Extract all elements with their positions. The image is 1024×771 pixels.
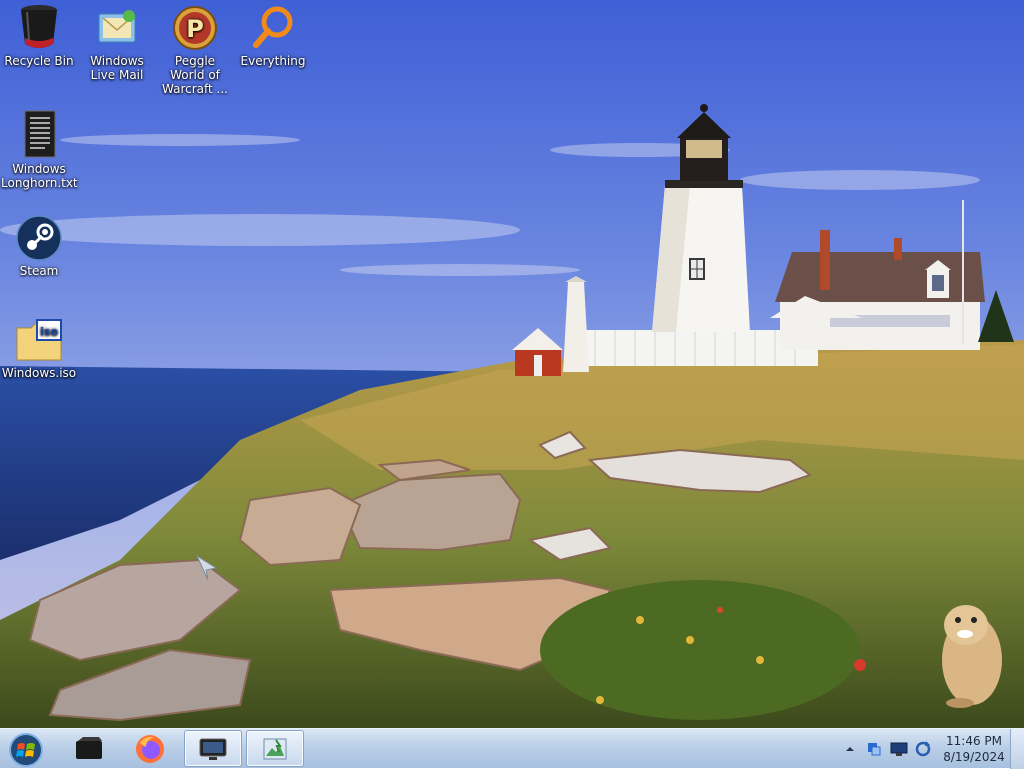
taskbar-app-image-viewer[interactable]: [246, 730, 304, 767]
desktop-icon-label: Peggle World of Warcraft ...: [162, 54, 228, 96]
desktop-icon-windows-iso[interactable]: iso Windows.iso: [0, 318, 78, 380]
image-viewer-icon: [263, 738, 287, 759]
desktop-icon-label: Windows.iso: [1, 366, 77, 380]
desktop-icon-label: Steam: [19, 264, 59, 278]
svg-text:P: P: [186, 15, 204, 43]
taskbar-app-monitor[interactable]: [184, 730, 242, 767]
search-magnifier-icon: [253, 6, 293, 48]
start-orb-icon: [9, 733, 43, 767]
recycle-bin-icon: [21, 5, 57, 48]
clock-time: 11:46 PM: [946, 734, 1002, 748]
desktop-icon-peggle[interactable]: P Peggle World of Warcraft ...: [156, 4, 234, 96]
tray-network-icon[interactable]: [866, 741, 882, 757]
iso-badge-text: iso: [40, 325, 58, 338]
desktop-icon-recycle-bin[interactable]: Recycle Bin: [0, 4, 78, 68]
monitor-app-icon: [199, 738, 227, 760]
media-center-icon: [76, 736, 102, 759]
clock-date: 8/19/2024: [943, 750, 1005, 764]
show-desktop-button[interactable]: [1010, 729, 1024, 769]
start-button[interactable]: [7, 732, 45, 768]
peggle-icon: P: [173, 6, 217, 50]
iso-file-icon: iso: [16, 319, 62, 361]
taskbar-pinned-firefox[interactable]: [121, 730, 179, 767]
mail-icon: [98, 10, 136, 43]
steam-icon: [16, 215, 62, 261]
desktop-icon-label: Everything: [240, 54, 306, 68]
desktop-icon-everything[interactable]: Everything: [234, 4, 312, 68]
tray-display-icon[interactable]: [890, 741, 908, 757]
tray-sync-icon[interactable]: [914, 740, 932, 758]
wallpaper-image: [0, 0, 1024, 728]
desktop-icon-steam[interactable]: Steam: [0, 214, 78, 278]
desktop-icon-label: Windows Live Mail: [90, 54, 144, 82]
desktop-icon-windows-longhorn-txt[interactable]: Windows Longhorn.txt: [0, 108, 78, 190]
firefox-icon: [136, 734, 164, 763]
desktop-icon-windows-live-mail[interactable]: Windows Live Mail: [78, 4, 156, 82]
desktop-icon-label: Windows Longhorn.txt: [1, 162, 78, 190]
text-file-icon: [24, 110, 56, 158]
taskbar-pinned-media-center[interactable]: [60, 730, 118, 767]
desktop-icon-label: Recycle Bin: [4, 54, 74, 68]
show-hidden-icons-chevron-icon[interactable]: [845, 744, 855, 754]
taskbar: 11:46 PM 8/19/2024: [0, 728, 1024, 769]
desktop[interactable]: Recycle Bin Windows Live Mail P Peggle W…: [0, 0, 1024, 728]
clock[interactable]: 11:46 PM 8/19/2024: [934, 733, 1014, 765]
